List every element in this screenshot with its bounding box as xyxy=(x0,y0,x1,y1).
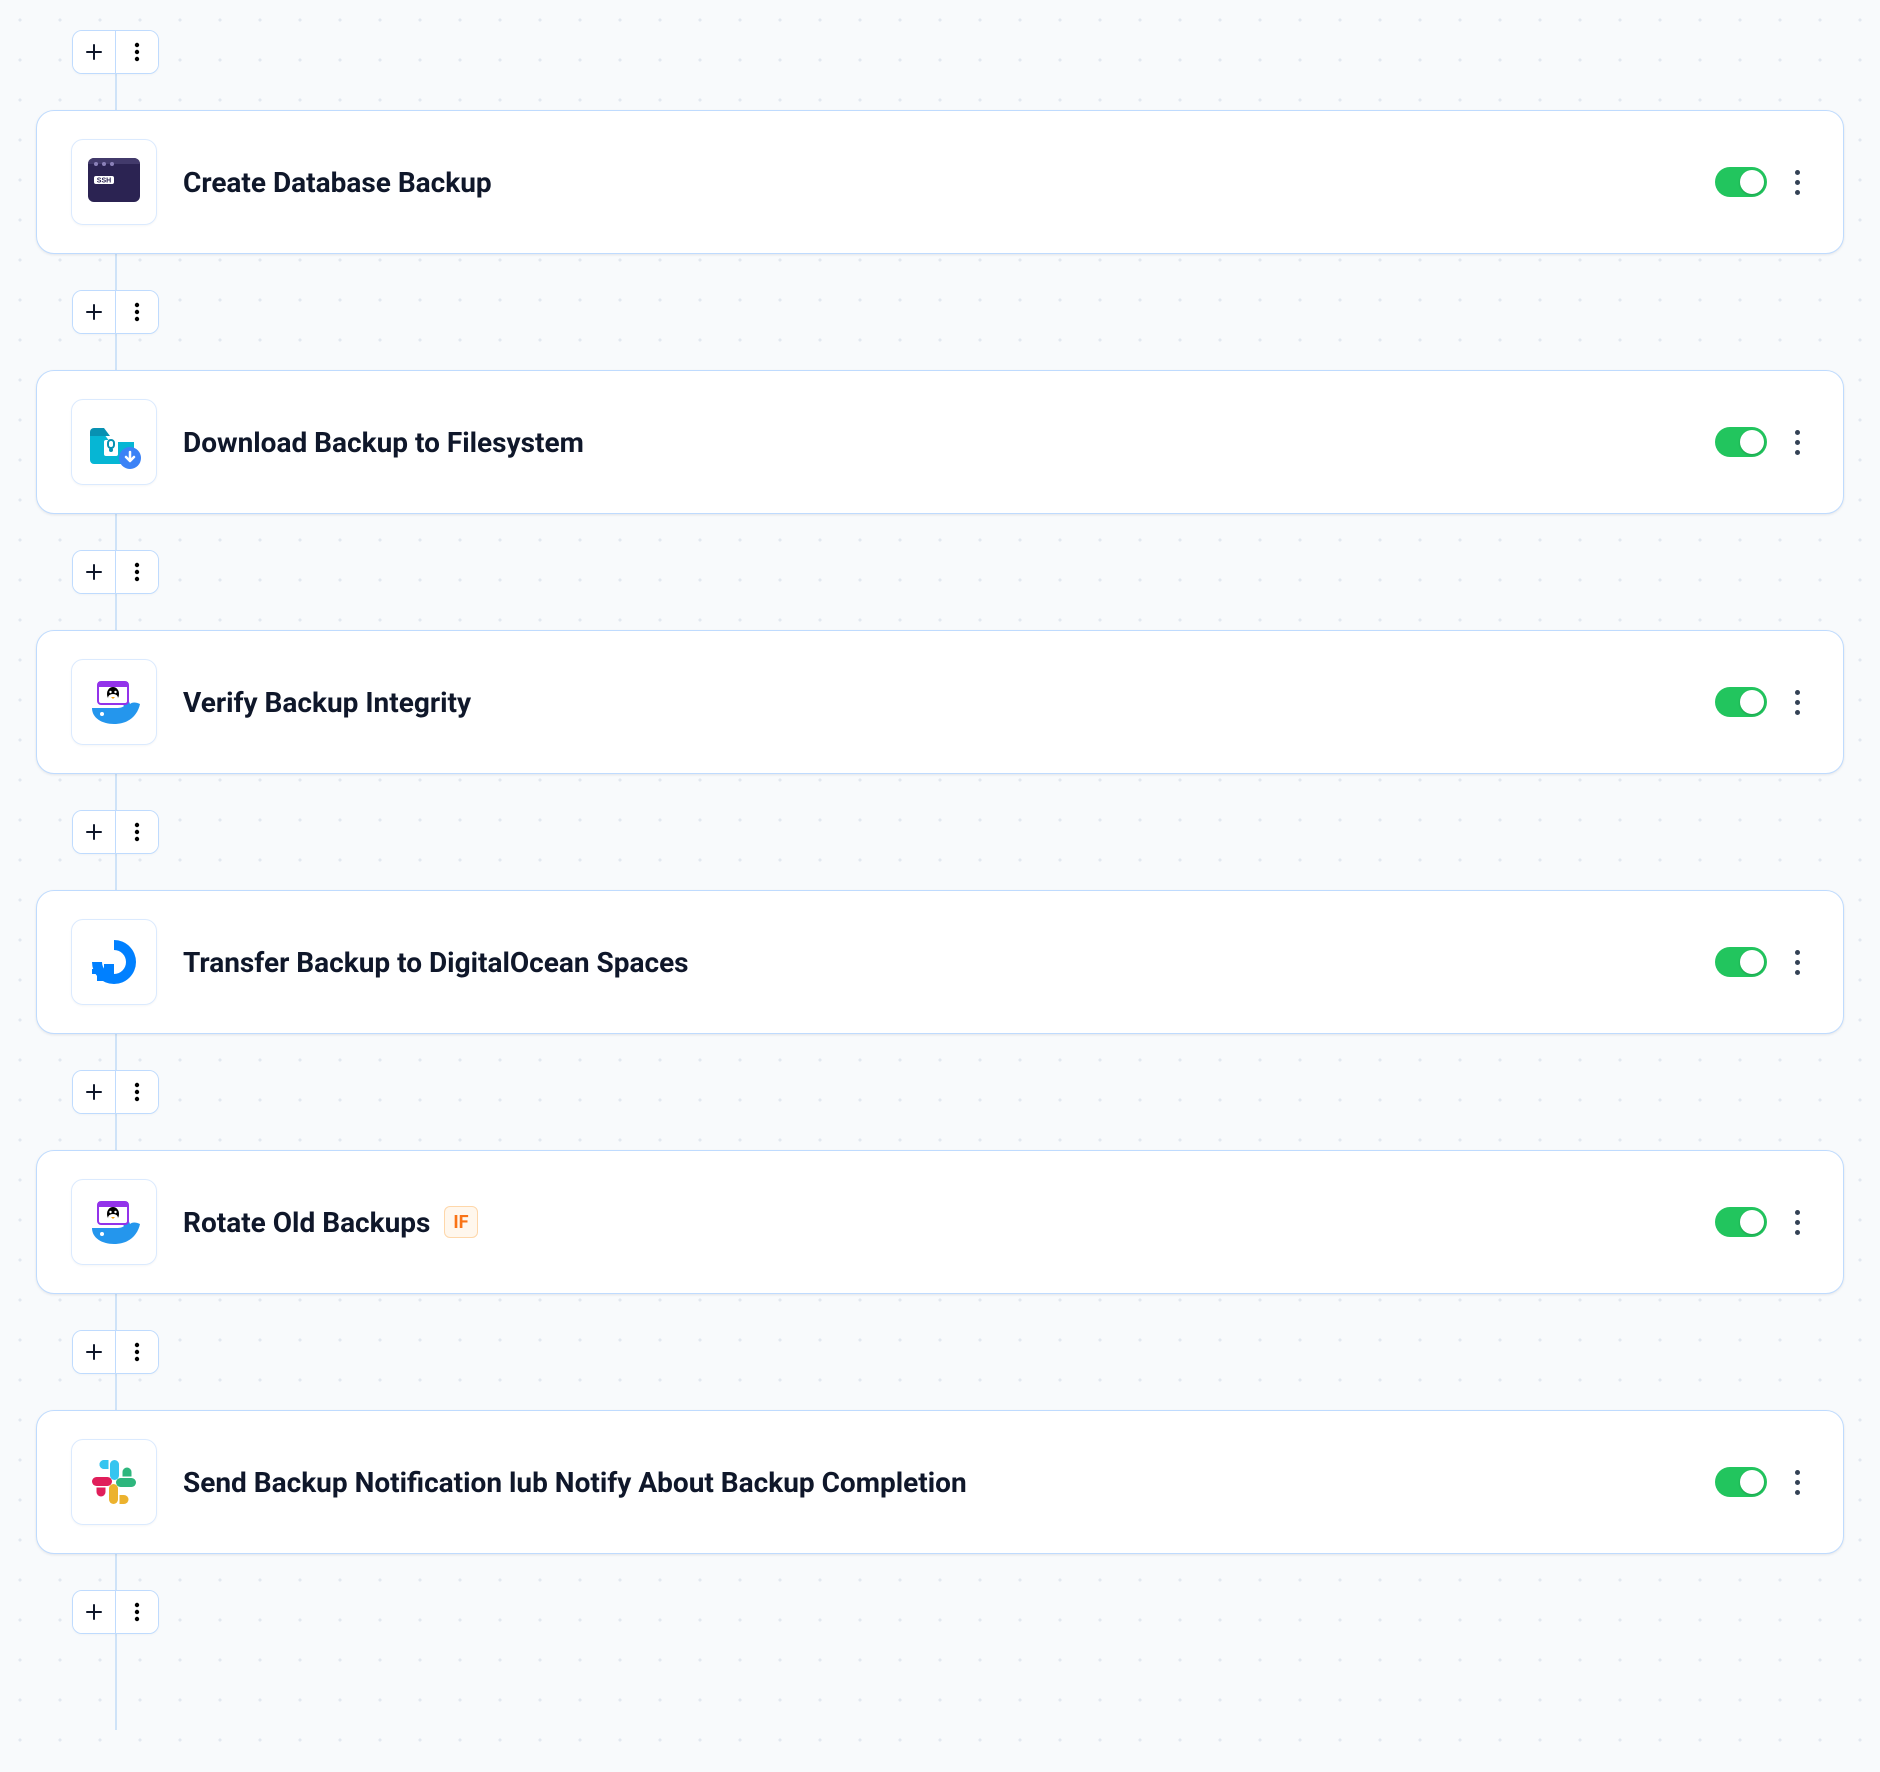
plus-icon xyxy=(82,1080,106,1104)
step-actions xyxy=(1715,426,1809,458)
connector-cluster xyxy=(72,290,1844,334)
workflow-canvas: Create Database Backup Download Backup t… xyxy=(0,0,1880,1664)
add-step-button[interactable] xyxy=(73,291,116,333)
step-enabled-toggle[interactable] xyxy=(1715,167,1767,197)
connector-cluster xyxy=(72,1070,1844,1114)
step-title: Verify Backup Integrity xyxy=(183,686,471,719)
step-menu-button[interactable] xyxy=(1785,1466,1809,1498)
plus-icon xyxy=(82,1340,106,1364)
step-icon-frame xyxy=(71,919,157,1005)
step-actions xyxy=(1715,686,1809,718)
connector-cluster xyxy=(72,30,1844,74)
plus-icon xyxy=(82,820,106,844)
connector-menu-button[interactable] xyxy=(116,291,158,333)
workflow-step-card[interactable]: Rotate Old Backups IF xyxy=(36,1150,1844,1294)
step-icon-frame xyxy=(71,1179,157,1265)
step-icon-frame xyxy=(71,399,157,485)
step-title: Send Backup Notification lub Notify Abou… xyxy=(183,1466,967,1499)
connector-cluster xyxy=(72,810,1844,854)
slack-icon xyxy=(82,1450,146,1514)
docker-linux-icon xyxy=(82,1190,146,1254)
add-step-button[interactable] xyxy=(73,1591,116,1633)
connector-menu-button[interactable] xyxy=(116,551,158,593)
workflow-step-card[interactable]: Transfer Backup to DigitalOcean Spaces xyxy=(36,890,1844,1034)
step-enabled-toggle[interactable] xyxy=(1715,427,1767,457)
connector-cluster xyxy=(72,550,1844,594)
step-icon-frame xyxy=(71,1439,157,1525)
step-actions xyxy=(1715,1466,1809,1498)
step-icon-frame xyxy=(71,659,157,745)
step-enabled-toggle[interactable] xyxy=(1715,947,1767,977)
connector-menu-button[interactable] xyxy=(116,1591,158,1633)
step-actions xyxy=(1715,946,1809,978)
step-enabled-toggle[interactable] xyxy=(1715,1467,1767,1497)
more-vertical-icon xyxy=(125,300,149,324)
step-enabled-toggle[interactable] xyxy=(1715,1207,1767,1237)
step-title: Download Backup to Filesystem xyxy=(183,426,584,459)
workflow-step-card[interactable]: Create Database Backup xyxy=(36,110,1844,254)
step-actions xyxy=(1715,166,1809,198)
more-vertical-icon xyxy=(125,1340,149,1364)
connector-cluster xyxy=(72,1590,1844,1634)
step-title: Rotate Old Backups xyxy=(183,1206,430,1239)
connector-menu-button[interactable] xyxy=(116,1331,158,1373)
plus-icon xyxy=(82,40,106,64)
add-step-button[interactable] xyxy=(73,551,116,593)
add-step-button[interactable] xyxy=(73,811,116,853)
sftp-download-icon xyxy=(82,410,146,474)
docker-linux-icon xyxy=(82,670,146,734)
step-actions xyxy=(1715,1206,1809,1238)
step-icon-frame xyxy=(71,139,157,225)
plus-icon xyxy=(82,560,106,584)
ssh-icon xyxy=(82,150,146,214)
connector-menu-button[interactable] xyxy=(116,31,158,73)
more-vertical-icon xyxy=(125,40,149,64)
step-menu-button[interactable] xyxy=(1785,686,1809,718)
conditional-if-badge: IF xyxy=(444,1206,477,1238)
add-step-button[interactable] xyxy=(73,1331,116,1373)
step-menu-button[interactable] xyxy=(1785,1206,1809,1238)
workflow-step-card[interactable]: Send Backup Notification lub Notify Abou… xyxy=(36,1410,1844,1554)
workflow-step-card[interactable]: Download Backup to Filesystem xyxy=(36,370,1844,514)
connector-menu-button[interactable] xyxy=(116,1071,158,1113)
step-menu-button[interactable] xyxy=(1785,166,1809,198)
workflow-step-card[interactable]: Verify Backup Integrity xyxy=(36,630,1844,774)
add-step-button[interactable] xyxy=(73,1071,116,1113)
connector-menu-button[interactable] xyxy=(116,811,158,853)
step-title: Transfer Backup to DigitalOcean Spaces xyxy=(183,946,689,979)
more-vertical-icon xyxy=(125,820,149,844)
step-menu-button[interactable] xyxy=(1785,426,1809,458)
step-title: Create Database Backup xyxy=(183,166,492,199)
more-vertical-icon xyxy=(125,560,149,584)
step-enabled-toggle[interactable] xyxy=(1715,687,1767,717)
add-step-button[interactable] xyxy=(73,31,116,73)
more-vertical-icon xyxy=(125,1080,149,1104)
more-vertical-icon xyxy=(125,1600,149,1624)
plus-icon xyxy=(82,300,106,324)
step-menu-button[interactable] xyxy=(1785,946,1809,978)
connector-cluster xyxy=(72,1330,1844,1374)
plus-icon xyxy=(82,1600,106,1624)
digitalocean-icon xyxy=(82,930,146,994)
